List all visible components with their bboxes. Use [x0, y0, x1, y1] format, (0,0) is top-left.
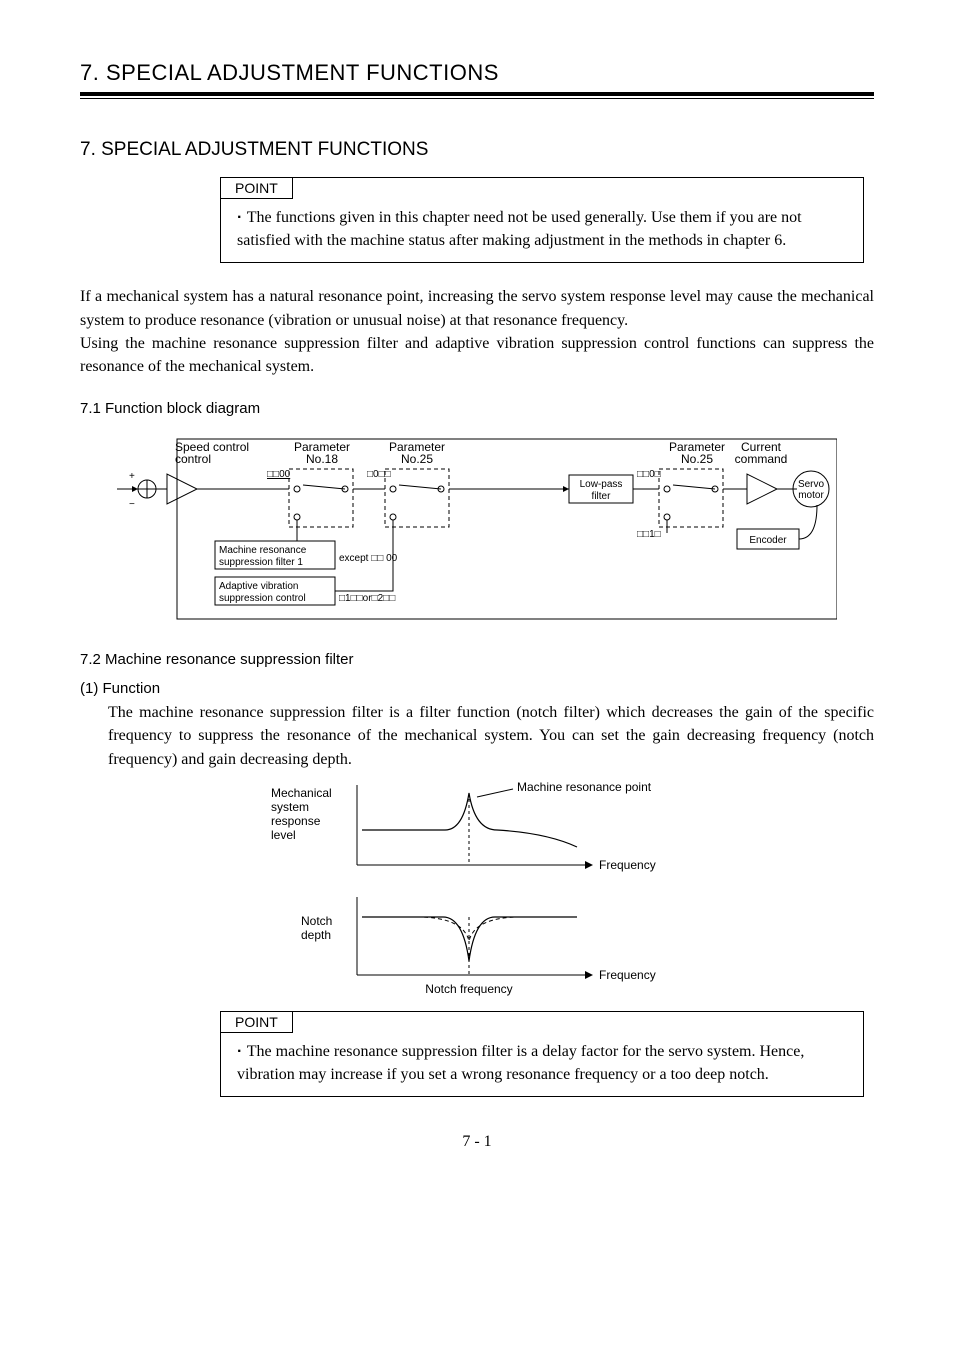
- lbl-sw2-code: □0□□: [367, 469, 391, 480]
- svg-text:system: system: [271, 800, 309, 814]
- point-label-2: POINT: [220, 1011, 293, 1033]
- svg-text:filter: filter: [592, 491, 612, 502]
- lbl-except: except □□ 00: [339, 553, 398, 564]
- lbl-frequency-2: Frequency: [599, 968, 656, 982]
- lbl-sw4-code: □□1□: [637, 529, 661, 540]
- svg-text:suppression filter 1: suppression filter 1: [219, 557, 303, 568]
- svg-text:Adaptive vibration: Adaptive vibration: [219, 581, 299, 592]
- lbl-or: □1□□or□2□□: [339, 593, 395, 604]
- notch-filter-graphs: Mechanical system response level Frequen…: [267, 775, 687, 1005]
- svg-text:motor: motor: [798, 490, 824, 501]
- svg-text:Low-pass: Low-pass: [580, 479, 623, 490]
- section-7-2-heading: 7.2 Machine resonance suppression filter: [80, 651, 874, 668]
- subsection-1-function: (1) Function: [80, 680, 874, 697]
- svg-text:depth: depth: [301, 928, 331, 942]
- svg-text:suppression control: suppression control: [219, 593, 306, 604]
- lbl-resonance-point: Machine resonance point: [517, 780, 652, 794]
- svg-text:No.18: No.18: [306, 452, 338, 466]
- point-text-1: The functions given in this chapter need…: [237, 209, 802, 249]
- header-rule-thick: [80, 92, 874, 96]
- svg-text:level: level: [271, 828, 296, 842]
- svg-text:−: −: [129, 499, 135, 510]
- header-rule-thin: [80, 98, 874, 99]
- point-text-2: The machine resonance suppression filter…: [237, 1043, 804, 1083]
- chapter-title: 7. SPECIAL ADJUSTMENT FUNCTIONS: [80, 139, 874, 161]
- intro-paragraph: If a mechanical system has a natural res…: [80, 285, 874, 378]
- page-number: 7 - 1: [80, 1133, 874, 1151]
- svg-text:Servo: Servo: [798, 479, 825, 490]
- svg-text:command: command: [735, 452, 788, 466]
- svg-text:Notch: Notch: [301, 914, 332, 928]
- svg-text:No.25: No.25: [681, 452, 713, 466]
- point-label-1: POINT: [220, 177, 293, 199]
- svg-text:Mechanical: Mechanical: [271, 786, 332, 800]
- function-paragraph: The machine resonance suppression filter…: [108, 701, 874, 771]
- running-header: 7. SPECIAL ADJUSTMENT FUNCTIONS: [80, 60, 874, 92]
- svg-text:+: +: [129, 471, 135, 482]
- point-box-1: POINT The functions given in this chapte…: [220, 177, 864, 263]
- svg-text:No.25: No.25: [401, 452, 433, 466]
- svg-text:Machine resonance: Machine resonance: [219, 545, 307, 556]
- section-7-1-heading: 7.1 Function block diagram: [80, 400, 874, 417]
- lbl-notch-frequency: Notch frequency: [425, 982, 512, 996]
- svg-text:response: response: [271, 814, 321, 828]
- point-box-2: POINT The machine resonance suppression …: [220, 1011, 864, 1097]
- function-block-diagram: + − Speed control control Parameter No.1…: [117, 429, 837, 629]
- lbl-encoder: Encoder: [749, 535, 787, 546]
- svg-text:control: control: [175, 452, 211, 466]
- lbl-frequency-1: Frequency: [599, 858, 656, 872]
- lbl-sw3-code: □□0□: [637, 469, 661, 480]
- lbl-sw1-code: □□00: [267, 469, 291, 480]
